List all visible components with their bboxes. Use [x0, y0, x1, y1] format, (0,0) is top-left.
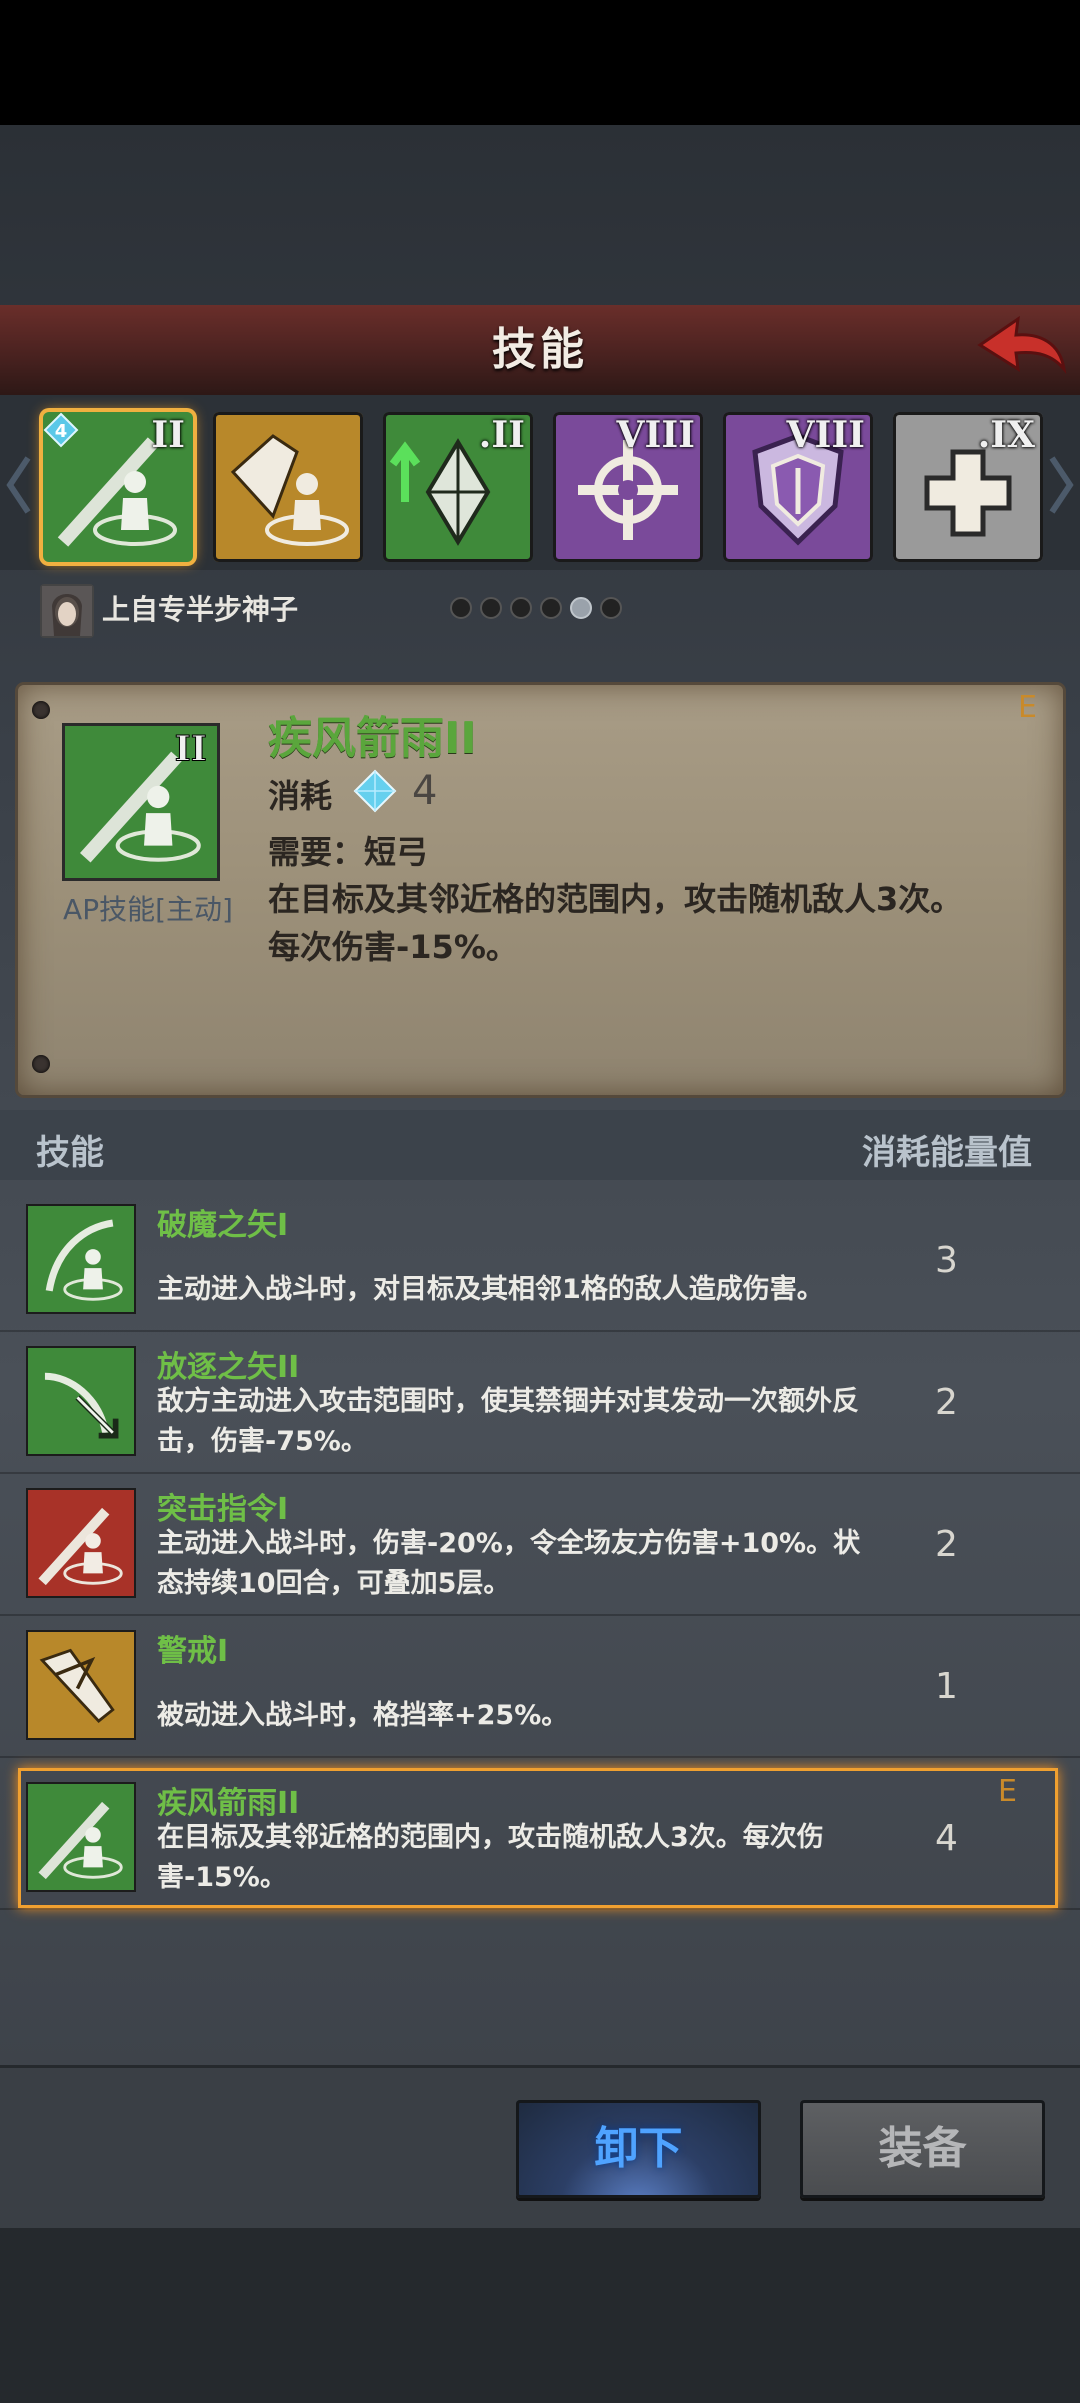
list-header-skill: 技能 [36, 1133, 104, 1173]
page-dot[interactable] [540, 597, 562, 619]
bow-stance-icon: II [79, 729, 207, 863]
back-button[interactable] [970, 307, 1070, 387]
skill-description: 在目标及其邻近格的范围内，攻击随机敌人3次。每次伤害-15%。 [268, 880, 963, 966]
page-dot[interactable] [480, 597, 502, 619]
page-indicator [450, 597, 650, 621]
svg-text:4: 4 [55, 421, 68, 442]
skill-slot-3[interactable]: .II [383, 412, 533, 562]
arrow-stance-icon [26, 1204, 136, 1314]
back-arrow-icon [977, 315, 1067, 374]
ap-gem-icon: 4 [43, 412, 79, 448]
skill-row[interactable]: 破魔之矢I 主动进入战斗时，对目标及其相邻1格的敌人造成伤害。 3 [0, 1190, 1080, 1332]
status-area [0, 0, 1080, 125]
energy-gem-icon [353, 769, 397, 813]
nav-left-arrow-icon[interactable] [4, 450, 34, 520]
rivet-icon [32, 1055, 50, 1073]
slot-rank: VIII [786, 414, 865, 456]
page-dot-active[interactable] [570, 597, 592, 619]
cost-label: 消耗 [268, 777, 333, 815]
page-dot[interactable] [600, 597, 622, 619]
page-dot[interactable] [510, 597, 532, 619]
banish-arrow-icon [26, 1346, 136, 1456]
skill-category: AP技能[主动] [63, 893, 233, 926]
hero-portrait-icon [42, 586, 92, 636]
skill-name: 破魔之矢I [157, 1208, 289, 1243]
slot-rank: VIII [616, 414, 695, 456]
guard-icon [26, 1630, 136, 1740]
skill-slot-5[interactable]: VIII [723, 412, 873, 562]
skill-row[interactable]: 警戒I 被动进入战斗时，格挡率+25%。 1 [0, 1616, 1080, 1758]
owner-name: 上自专半步神子 [102, 593, 299, 626]
skill-row[interactable]: 放逐之矢II 敌方主动进入攻击范围时，使其禁锢并对其发动一次额外反击，伤害-75… [0, 1332, 1080, 1474]
skill-cost: 2 [935, 1382, 958, 1423]
skill-row[interactable]: 突击指令I 主动进入战斗时，伤害-20%，令全场友方伤害+10%。状态持续10回… [0, 1474, 1080, 1616]
skill-desc: 被动进入战斗时，格挡率+25%。 [157, 1700, 569, 1731]
equip-button[interactable]: 装备 [800, 2100, 1045, 2198]
bottom-strip [0, 2225, 1080, 2403]
nav-right-arrow-icon[interactable] [1046, 450, 1076, 520]
slot-rank: II [151, 414, 185, 456]
skill-cost: 1 [935, 1666, 958, 1707]
rivet-icon [32, 701, 50, 719]
skill-title: 疾风箭雨II [268, 713, 477, 764]
skill-cost: 2 [935, 1524, 958, 1565]
list-header-cost: 消耗能量值 [862, 1133, 1032, 1173]
shield-bash-icon [230, 434, 349, 546]
assault-command-icon [26, 1488, 136, 1598]
skill-desc: 主动进入战斗时，对目标及其相邻1格的敌人造成伤害。 [157, 1274, 824, 1305]
skill-slot-1[interactable]: II 4 [43, 412, 193, 562]
header-bar: 技能 [0, 305, 1080, 397]
skill-name: 放逐之矢II [157, 1350, 300, 1385]
skill-desc: 主动进入战斗时，伤害-20%，令全场友方伤害+10%。状态持续10回合，可叠加5… [157, 1528, 861, 1599]
skill-name: 警戒I [157, 1634, 229, 1669]
slot-rank: .II [478, 414, 525, 456]
page-dot[interactable] [450, 597, 472, 619]
skill-requirement: 需要：短弓 [268, 833, 429, 871]
slot-rank: .IX [977, 414, 1035, 456]
skill-slot-2[interactable] [213, 412, 363, 562]
equipped-mark: E [998, 1774, 1017, 1809]
equipped-mark: E [1018, 690, 1037, 725]
skill-row-selected[interactable]: E 疾风箭雨II 在目标及其邻近格的范围内，攻击随机敌人3次。每次伤害-15%。… [0, 1768, 1080, 1910]
skill-name: 突击指令I [157, 1492, 289, 1527]
skill-cost: 3 [935, 1240, 958, 1281]
detail-skill-icon: II [62, 723, 220, 881]
skill-name: 疾风箭雨II [157, 1786, 300, 1821]
skill-desc: 敌方主动进入攻击范围时，使其禁锢并对其发动一次额外反击，伤害-75%。 [157, 1386, 859, 1457]
bow-stance-icon [26, 1782, 136, 1892]
page-title: 技能 [492, 324, 588, 375]
unequip-button[interactable]: 卸下 [516, 2100, 761, 2198]
svg-text:II: II [175, 729, 207, 769]
avatar [40, 584, 94, 638]
skill-slot-4[interactable]: VIII [553, 412, 703, 562]
skill-cost: 4 [935, 1818, 958, 1859]
skill-desc: 在目标及其邻近格的范围内，攻击随机敌人3次。每次伤害-15%。 [157, 1822, 824, 1893]
skill-slot-6[interactable]: .IX [893, 412, 1043, 562]
cost-value: 4 [412, 768, 438, 814]
